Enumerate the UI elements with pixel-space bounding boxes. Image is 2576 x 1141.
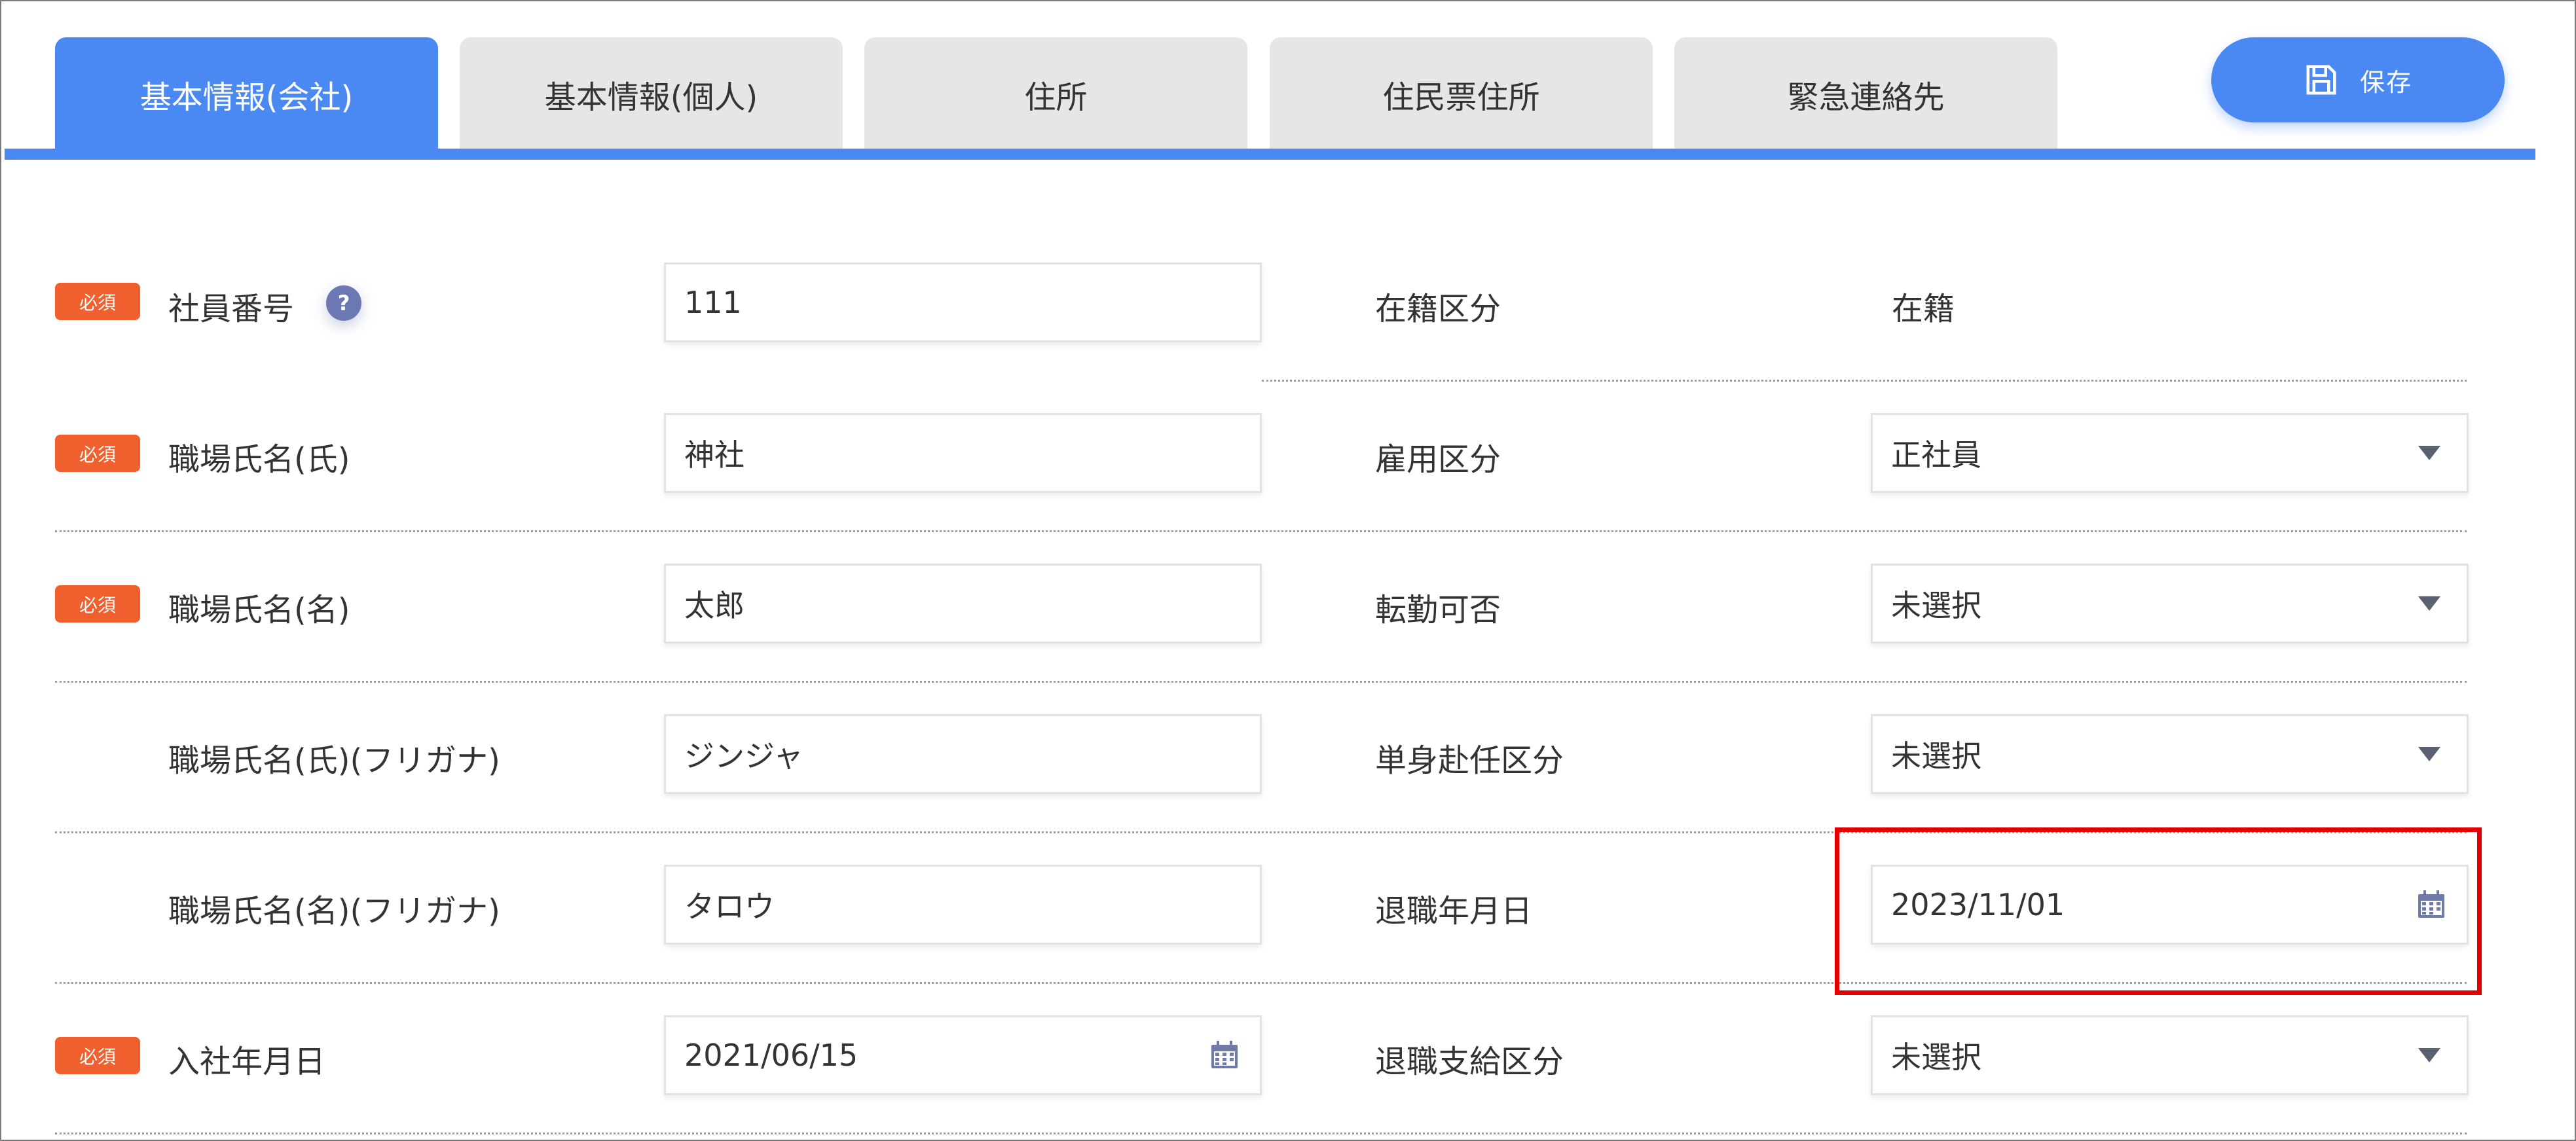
tab-label: 住民票住所 [1382,79,1540,116]
tab-label: 住所 [1024,79,1088,116]
row-divider [55,530,2467,532]
required-badge: 必須 [55,1037,140,1074]
select-value: 正社員 [1891,437,1981,473]
save-button[interactable]: 保存 [2211,37,2505,122]
chevron-down-icon [2418,1048,2440,1062]
retirement-date-label: 退職年月日 [1375,893,1533,930]
tab-address[interactable]: 住所 [864,37,1247,151]
required-badge: 必須 [55,283,140,320]
tab-emergency-contact[interactable]: 緊急連絡先 [1674,37,2057,151]
work-surname-kana-label: 職場氏名(氏)(フリガナ) [168,742,500,779]
highlight-box [1835,827,2482,995]
work-given-name-label: 職場氏名(名) [168,592,350,628]
tab-label: 緊急連絡先 [1787,79,1945,116]
retirement-payment-label: 退職支給区分 [1375,1043,1564,1080]
enrollment-status-value: 在籍 [1892,291,1955,327]
tab-label: 基本情報(個人) [544,79,758,116]
work-surname-kana-field[interactable]: ジンジャ [664,714,1262,794]
work-given-name-field[interactable]: 太郎 [664,564,1262,643]
tab-personal-basic-info[interactable]: 基本情報(個人) [460,37,843,151]
work-surname-field[interactable]: 神社 [664,413,1262,493]
row-divider [55,1132,2467,1134]
row-divider [55,681,2467,683]
tab-underline [5,149,2535,160]
tab-company-basic-info[interactable]: 基本情報(会社) [55,37,438,151]
employee-number-label: 社員番号 [168,291,295,327]
work-given-name-kana-field[interactable]: タロウ [664,865,1262,945]
field-value: タロウ [684,889,775,924]
required-badge: 必須 [55,585,140,623]
required-badge: 必須 [55,435,140,472]
select-value: 未選択 [1891,738,1981,774]
employment-type-select[interactable]: 正社員 [1871,413,2469,493]
transfer-availability-select[interactable]: 未選択 [1871,564,2469,643]
calendar-icon[interactable] [1209,1039,1240,1072]
save-button-label: 保存 [2359,67,2412,97]
select-value: 未選択 [1891,588,1981,623]
hire-date-label: 入社年月日 [168,1043,326,1080]
floppy-disk-icon [2306,65,2336,95]
row-divider [1262,380,2467,382]
field-value: 太郎 [684,588,745,623]
solo-assignment-select[interactable]: 未選択 [1871,714,2469,794]
field-value: 111 [684,285,742,320]
field-value: ジンジャ [684,738,803,774]
form-window: 基本情報(会社) 基本情報(個人) 住所 住民票住所 緊急連絡先 保存 必須 社… [0,0,2576,1141]
chevron-down-icon [2418,446,2440,460]
tab-resident-address[interactable]: 住民票住所 [1270,37,1653,151]
help-icon[interactable]: ? [326,285,361,321]
enrollment-status-label: 在籍区分 [1375,291,1501,327]
field-value: 2021/06/15 [684,1038,858,1073]
field-value: 神社 [684,437,745,473]
work-given-name-kana-label: 職場氏名(名)(フリガナ) [168,893,500,930]
transfer-availability-label: 転勤可否 [1375,592,1501,628]
chevron-down-icon [2418,596,2440,611]
select-value: 未選択 [1891,1040,1981,1075]
employee-number-field[interactable]: 111 [664,263,1262,342]
employment-type-label: 雇用区分 [1375,441,1501,478]
tab-label: 基本情報(会社) [139,79,354,116]
solo-assignment-label: 単身赴任区分 [1375,742,1564,779]
work-surname-label: 職場氏名(氏) [168,441,350,478]
hire-date-field[interactable]: 2021/06/15 [664,1015,1262,1095]
retirement-payment-select[interactable]: 未選択 [1871,1015,2469,1095]
chevron-down-icon [2418,747,2440,761]
